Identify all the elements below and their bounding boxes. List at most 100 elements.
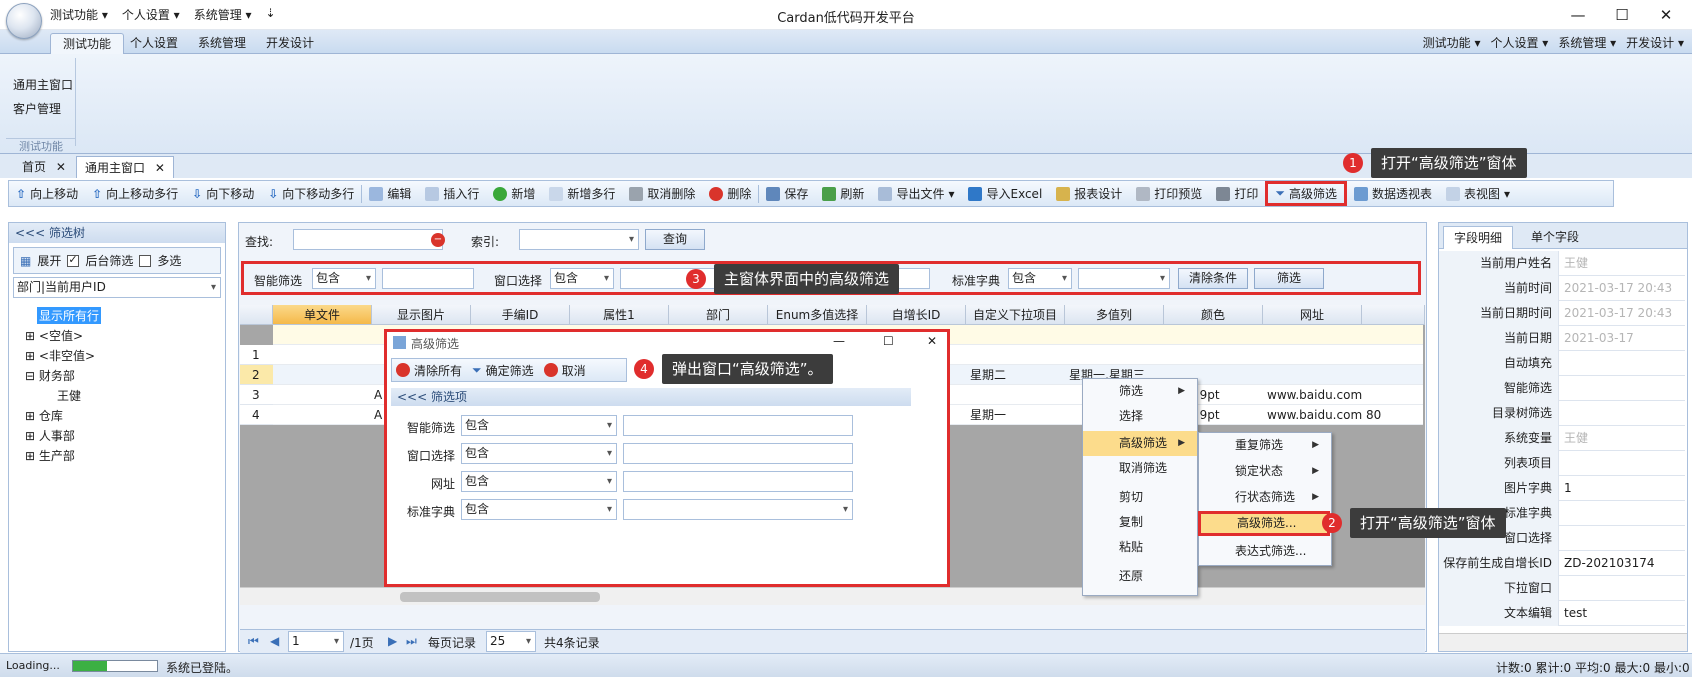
menu-item-cut[interactable]: 剪切 bbox=[1083, 485, 1197, 510]
move-down-multi-button[interactable]: ⇩ 向下移动多行 bbox=[261, 185, 361, 202]
bg-filter-checkbox[interactable] bbox=[67, 253, 80, 267]
last-page-icon[interactable]: ⏭ bbox=[406, 634, 417, 649]
property-value[interactable]: 2021-03-17 bbox=[1564, 326, 1634, 351]
grid-cell[interactable]: 星期二 bbox=[966, 365, 1065, 385]
property-row[interactable]: 当前时间 2021-03-17 20:43 bbox=[1439, 276, 1685, 301]
chevron-down-icon[interactable]: ▾ bbox=[948, 187, 954, 201]
index-combo[interactable] bbox=[519, 229, 639, 250]
first-page-icon[interactable]: ⏮ bbox=[248, 634, 259, 649]
tree-item-empty[interactable]: ⊞ <空值> bbox=[25, 327, 83, 344]
print-preview-button[interactable]: 打印预览 bbox=[1129, 185, 1209, 202]
print-button[interactable]: 打印 bbox=[1209, 185, 1265, 202]
property-row[interactable]: 列表项目 bbox=[1439, 451, 1685, 476]
dialog-value-input[interactable] bbox=[623, 415, 853, 436]
apply-filter-button[interactable]: 筛选 bbox=[1254, 268, 1324, 289]
column-header[interactable]: Enum多值选择 bbox=[768, 305, 867, 325]
dialog-value-input[interactable] bbox=[623, 471, 853, 492]
menu-item-restore[interactable]: 还原 bbox=[1083, 564, 1197, 589]
property-row[interactable]: 当前日期 2021-03-17 bbox=[1439, 326, 1685, 351]
column-header[interactable]: 颜色 bbox=[1164, 305, 1263, 325]
expand-icon[interactable]: ⊞ bbox=[25, 449, 35, 463]
property-row[interactable]: 文本编辑 test bbox=[1439, 601, 1685, 626]
doc-tab-main-window[interactable]: 通用主窗口 ✕ bbox=[76, 156, 174, 178]
expand-icon[interactable]: ⊞ bbox=[25, 409, 35, 423]
menu-item-advanced-filter[interactable]: 高级筛选 ▶ bbox=[1083, 431, 1197, 456]
property-hscrollbar[interactable] bbox=[1439, 633, 1687, 651]
dialog-op-combo[interactable]: 包含 bbox=[461, 499, 617, 520]
tree-item-warehouse[interactable]: ⊞ 仓库 bbox=[25, 407, 63, 424]
property-value[interactable]: 王健 bbox=[1564, 251, 1588, 276]
minimize-button[interactable]: — bbox=[1558, 4, 1598, 26]
tree-item-hr[interactable]: ⊞ 人事部 bbox=[25, 427, 75, 444]
doc-tab-home[interactable]: 首页 ✕ bbox=[14, 156, 74, 178]
grid-cell[interactable]: www.baidu.com bbox=[1263, 405, 1362, 425]
menu-test[interactable]: 测试功能 ▾ bbox=[1423, 34, 1481, 51]
prev-page-icon[interactable]: ◀ bbox=[270, 634, 279, 648]
panel-header[interactable]: <<< 筛选树 bbox=[9, 223, 225, 243]
minimize-button[interactable]: — bbox=[833, 334, 845, 348]
find-input[interactable] bbox=[293, 229, 443, 250]
property-value[interactable]: test bbox=[1564, 601, 1587, 626]
clear-icon[interactable]: − bbox=[431, 233, 445, 247]
smart-filter-op[interactable]: 包含 bbox=[312, 268, 376, 289]
column-header[interactable]: 手编ID bbox=[471, 305, 570, 325]
next-page-icon[interactable]: ▶ bbox=[388, 634, 397, 648]
import-excel-button[interactable]: 导入Excel bbox=[961, 185, 1049, 202]
row-number[interactable]: 4 bbox=[240, 405, 273, 425]
move-down-button[interactable]: ⇩ 向下移动 bbox=[185, 185, 261, 202]
close-icon[interactable]: ✕ bbox=[56, 160, 66, 174]
grid-cell[interactable]: 80 bbox=[1362, 405, 1422, 425]
ribbon-tab-test[interactable]: 测试功能 bbox=[50, 33, 125, 54]
app-logo[interactable] bbox=[6, 3, 42, 39]
property-value[interactable]: 2021-03-17 20:43 bbox=[1564, 301, 1672, 326]
add-button[interactable]: 新增 bbox=[486, 185, 542, 202]
dialog-value-input[interactable] bbox=[623, 443, 853, 464]
dialog-op-combo[interactable]: 包含 bbox=[461, 471, 617, 492]
chevron-down-icon[interactable]: ▾ bbox=[1504, 187, 1510, 201]
dialog-op-combo[interactable]: 包含 bbox=[461, 415, 617, 436]
filter-items-header[interactable]: <<< 筛选项 bbox=[391, 388, 911, 406]
menu-item-paste[interactable]: 粘贴 bbox=[1083, 535, 1197, 560]
clear-conditions-button[interactable]: 清除条件 bbox=[1178, 268, 1248, 289]
close-button[interactable]: ✕ bbox=[927, 334, 937, 348]
delete-button[interactable]: 删除 bbox=[702, 185, 758, 202]
grid-cell[interactable]: www.baidu.com bbox=[1263, 385, 1362, 405]
scrollbar-thumb[interactable] bbox=[400, 592, 600, 602]
property-row[interactable]: 自动填充 bbox=[1439, 351, 1685, 376]
ribbon-tab-dev[interactable]: 开发设计 bbox=[254, 33, 326, 54]
menu-item-cancel-filter[interactable]: 取消筛选 bbox=[1083, 456, 1197, 481]
menu-dev[interactable]: 开发设计 ▾ bbox=[1626, 34, 1684, 51]
collapse-icon[interactable]: ⊟ bbox=[25, 369, 35, 383]
ribbon-item-main-window[interactable]: 通用主窗口 bbox=[13, 76, 73, 93]
property-value[interactable]: ZD-202103174 bbox=[1564, 551, 1655, 576]
tree-field-combo[interactable]: 部门|当前用户ID bbox=[13, 277, 221, 298]
property-row[interactable]: 保存前生成自增长ID ZD-202103174 bbox=[1439, 551, 1685, 576]
property-value[interactable]: 王健 bbox=[1564, 426, 1588, 451]
property-value[interactable]: 1 bbox=[1564, 476, 1572, 501]
property-row[interactable]: 当前用户姓名 王健 bbox=[1439, 251, 1685, 276]
property-row[interactable]: 系统变量 王健 bbox=[1439, 426, 1685, 451]
expand-icon[interactable]: ⊞ bbox=[25, 349, 35, 363]
row-number[interactable]: 3 bbox=[240, 385, 273, 405]
menu-item-copy[interactable]: 复制 bbox=[1083, 510, 1197, 535]
page-number-input[interactable]: 1 bbox=[288, 631, 344, 652]
menu-item-select[interactable]: 选择 bbox=[1083, 404, 1197, 429]
cancel-button[interactable]: 取消 bbox=[562, 362, 586, 379]
undo-delete-button[interactable]: 取消删除 bbox=[622, 185, 702, 202]
tree-item-wangjian[interactable]: 王健 bbox=[57, 387, 81, 404]
submenu-item-repeat-filter[interactable]: 重复筛选 ▶ bbox=[1199, 433, 1331, 458]
advanced-filter-button[interactable]: ⏷ 高级筛选 bbox=[1265, 181, 1347, 206]
property-row[interactable]: 智能筛选 bbox=[1439, 376, 1685, 401]
add-multi-button[interactable]: 新增多行 bbox=[542, 185, 622, 202]
tab-single-field[interactable]: 单个字段 bbox=[1521, 226, 1589, 249]
edit-button[interactable]: 编辑 bbox=[362, 185, 418, 202]
submenu-item-lock-state[interactable]: 锁定状态 ▶ bbox=[1199, 459, 1331, 484]
property-row[interactable]: 图片字典 1 bbox=[1439, 476, 1685, 501]
maximize-button[interactable]: ☐ bbox=[1602, 4, 1642, 26]
expand-button[interactable]: 展开 bbox=[37, 252, 61, 269]
property-row[interactable]: 目录树筛选 bbox=[1439, 401, 1685, 426]
tree-item-finance[interactable]: ⊟ 财务部 bbox=[25, 367, 75, 384]
close-icon[interactable]: ✕ bbox=[155, 161, 165, 175]
smart-filter-value[interactable] bbox=[382, 268, 474, 289]
multi-select-checkbox[interactable] bbox=[139, 254, 152, 267]
